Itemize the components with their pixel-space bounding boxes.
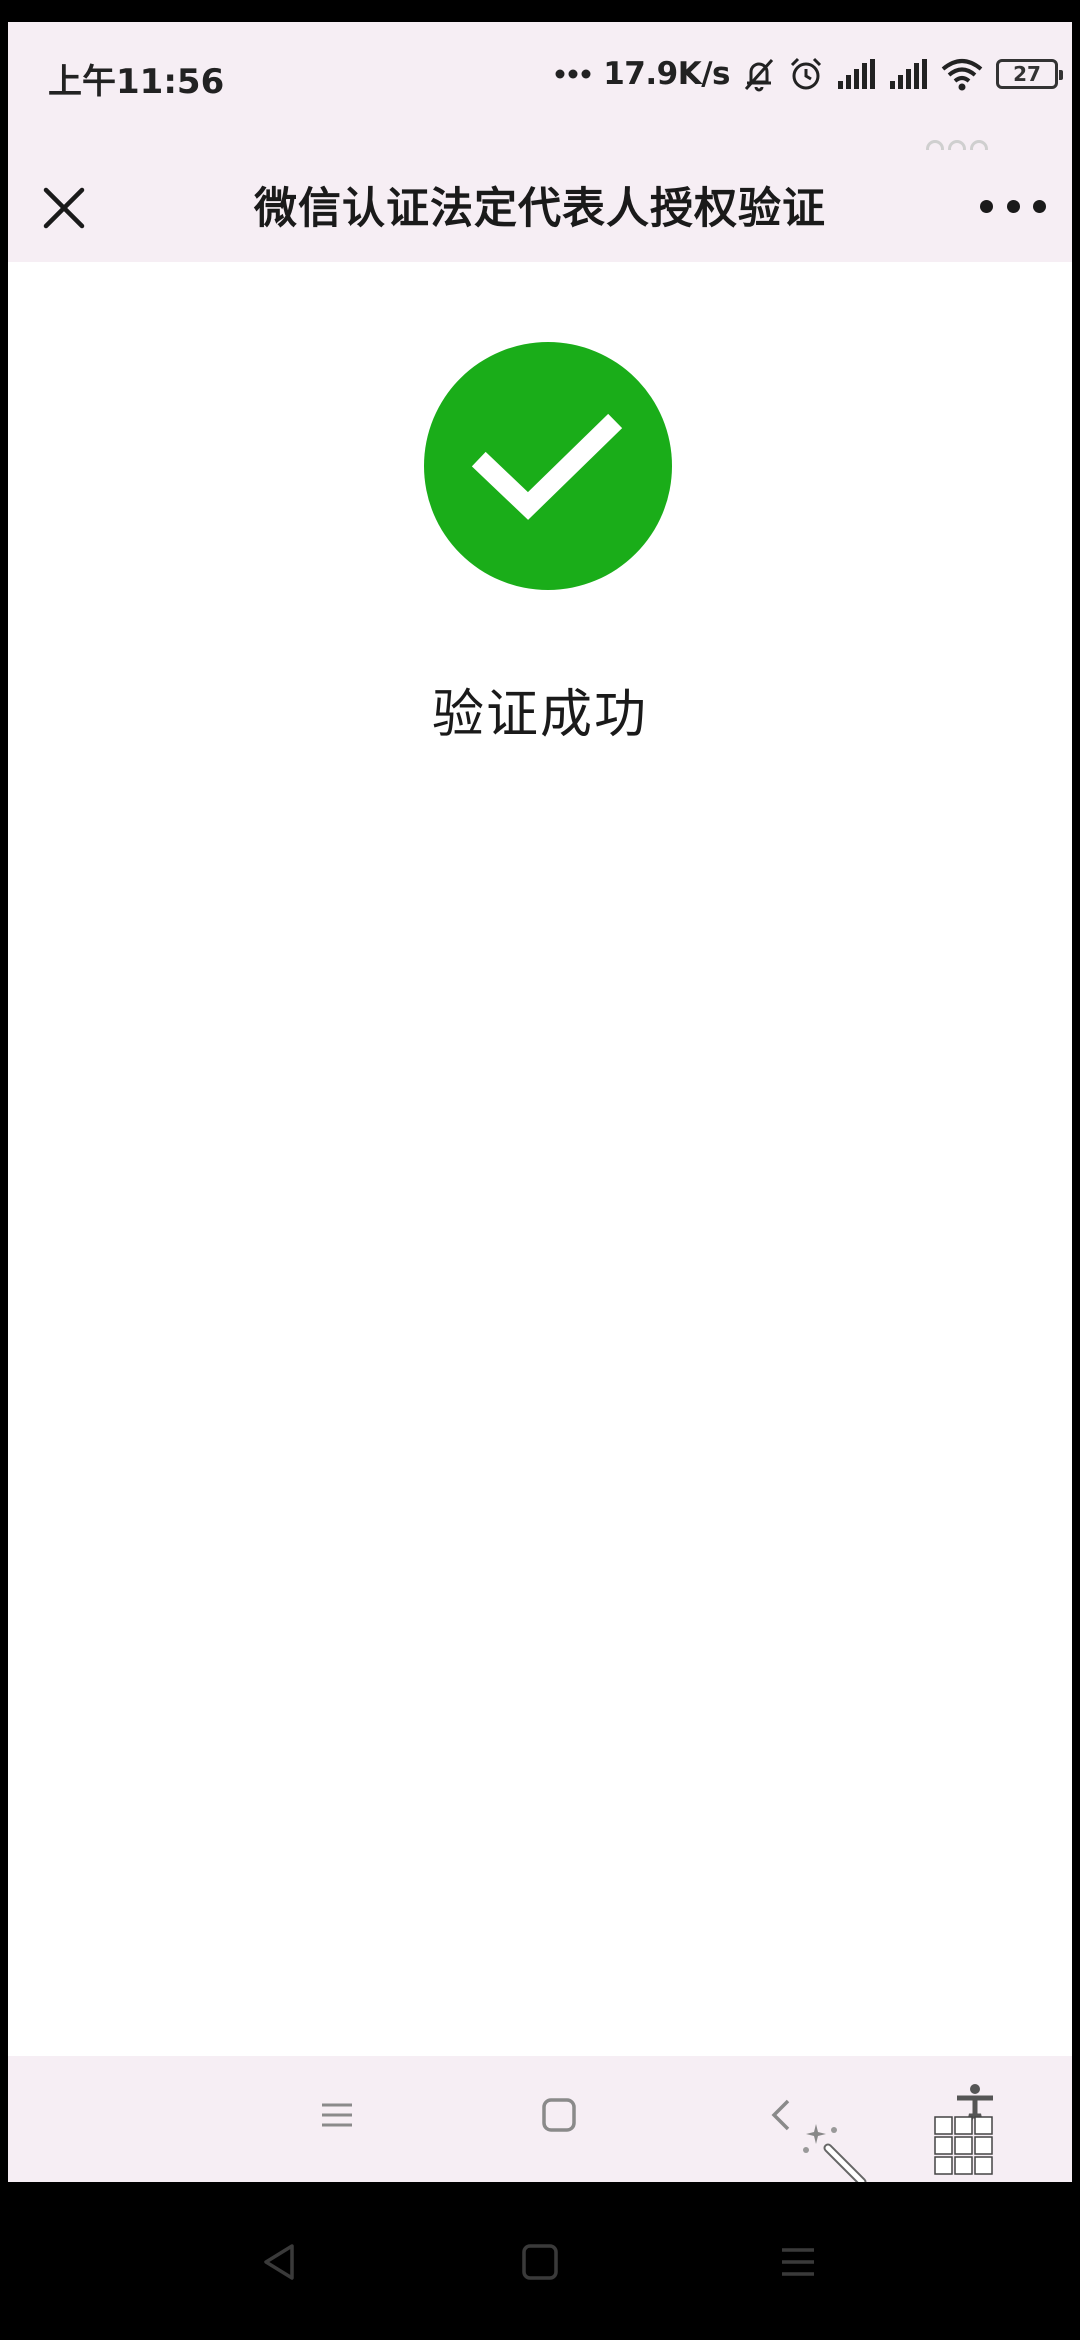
menu-icon: [322, 2103, 352, 2127]
title-bar: 微信认证法定代表人授权验证: [8, 150, 1072, 262]
page-title: 微信认证法定代表人授权验证: [254, 184, 826, 234]
phone-screen: 上午11:56 17.9K/s 27 微信认证法定代表人授权验证 验证成功: [8, 22, 1072, 2182]
wifi-icon: [941, 59, 983, 91]
system-home-button[interactable]: [508, 2230, 572, 2294]
system-recents-button[interactable]: [766, 2230, 830, 2294]
status-icons: 17.9K/s 27: [555, 52, 1063, 96]
back-icon: [771, 2099, 790, 2131]
home-icon: [542, 2098, 576, 2132]
home-button[interactable]: [524, 2080, 594, 2150]
system-nav-bar: [0, 2182, 1080, 2340]
magic-wand-icon: [803, 2124, 867, 2182]
check-circle-icon: [424, 342, 672, 590]
more-icon: [980, 199, 993, 213]
success-message: 验证成功: [431, 685, 648, 745]
keyboard-grid-button[interactable]: [932, 2114, 996, 2178]
more-button[interactable]: [980, 186, 1046, 226]
recents-menu-icon: [782, 2248, 814, 2276]
keyboard-grid-icon: [934, 2116, 993, 2175]
magic-wand-button[interactable]: [798, 2118, 878, 2182]
mute-bell-icon: [744, 58, 774, 92]
status-bar: 上午11:56 17.9K/s 27: [8, 22, 1072, 158]
home-square-icon: [522, 2244, 558, 2280]
menu-button[interactable]: [302, 2080, 372, 2150]
system-back-button[interactable]: [248, 2230, 312, 2294]
status-time: 上午11:56: [48, 62, 225, 102]
net-speed: 17.9K/s: [603, 56, 730, 92]
alarm-icon: [790, 57, 822, 90]
app-toolbar: [8, 2056, 1072, 2182]
signal-icon: [890, 59, 927, 89]
more-dots-icon: [555, 69, 591, 79]
back-triangle-icon: [264, 2244, 294, 2280]
signal-icon: [838, 59, 875, 89]
check-mark-icon: [471, 413, 623, 520]
battery-icon: 27: [996, 59, 1063, 89]
